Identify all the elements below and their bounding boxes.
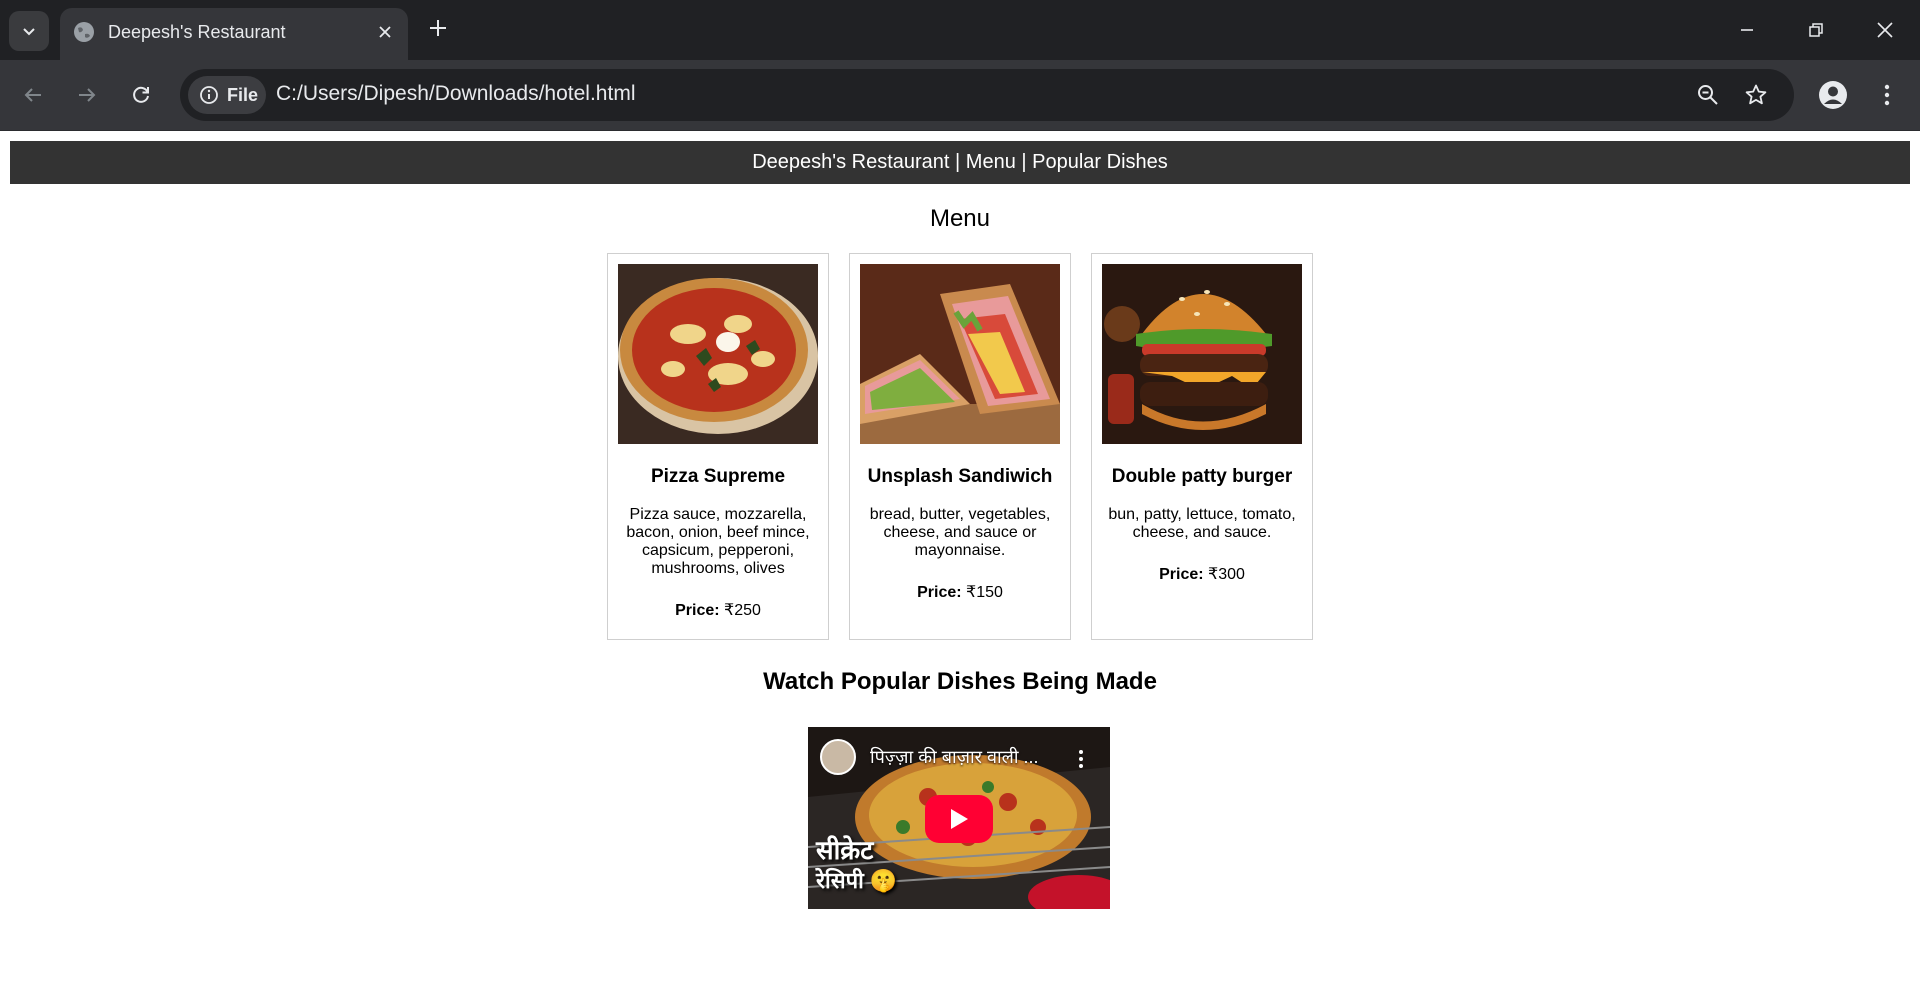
menu-heading: Menu	[929, 205, 991, 232]
site-info-label: File	[227, 84, 259, 105]
forward-button[interactable]	[70, 78, 104, 112]
back-button[interactable]	[16, 78, 50, 112]
back-arrow-icon	[24, 88, 41, 102]
menu-item-price: Price: ₹300	[1092, 564, 1312, 584]
sandwich-photo	[860, 264, 1060, 444]
play-button[interactable]	[925, 795, 993, 843]
zoom-icon	[1698, 85, 1718, 105]
thumbnail-text-line1: सीक्रेट	[816, 835, 874, 865]
menu-item-description: Pizza sauce, mozzarella, bacon, onion, b…	[626, 506, 810, 577]
site-header: Deepesh's Restaurant | Menu | Popular Di…	[10, 141, 1910, 184]
restore-button[interactable]	[1796, 10, 1836, 50]
bookmark-button[interactable]	[1742, 81, 1770, 109]
pizza-photo	[618, 264, 818, 444]
menu-item-name: Double patty burger	[1111, 466, 1293, 487]
video-title[interactable]: पिज़्ज़ा की बाज़ार वाली ...	[870, 745, 1039, 769]
menu-item-price: Price: ₹250	[608, 600, 828, 620]
browser-menu-button[interactable]	[1870, 78, 1904, 112]
reload-button[interactable]	[124, 78, 158, 112]
new-tab-button[interactable]	[424, 14, 452, 42]
price-label: Price:	[1159, 566, 1204, 583]
play-icon	[951, 809, 968, 829]
price-label: Price:	[917, 584, 962, 601]
browser-tab-strip: Deepesh's Restaurant	[0, 0, 1920, 60]
profile-button[interactable]	[1816, 78, 1850, 112]
price-value: ₹250	[724, 602, 761, 619]
menu-item-name: Pizza Supreme	[650, 466, 786, 487]
globe-icon	[74, 22, 94, 42]
site-info-button[interactable]: File	[188, 76, 266, 114]
site-header-text: Deepesh's Restaurant | Menu | Popular Di…	[752, 151, 1168, 173]
minimize-button[interactable]	[1727, 10, 1767, 50]
profile-icon	[1819, 81, 1847, 109]
zoom-button[interactable]	[1694, 81, 1722, 109]
tab-search-button[interactable]	[9, 11, 49, 51]
plus-icon	[430, 20, 446, 36]
menu-item-price: Price: ₹150	[850, 582, 1070, 602]
menu-card: Pizza Supreme Pizza sauce, mozzarella, b…	[607, 253, 829, 640]
price-value: ₹150	[966, 584, 1003, 601]
thumbnail-text-line2: रेसिपी 🤫	[816, 868, 898, 893]
reload-icon	[133, 86, 149, 103]
browser-toolbar: File C:/Users/Dipesh/Downloads/hotel.htm…	[0, 60, 1920, 130]
address-bar[interactable]: File C:/Users/Dipesh/Downloads/hotel.htm…	[180, 69, 1794, 121]
star-icon	[1745, 84, 1767, 105]
close-icon	[379, 26, 391, 38]
window-close-icon	[1877, 22, 1893, 38]
kebab-menu-icon	[1884, 84, 1890, 106]
price-label: Price:	[675, 602, 720, 619]
forward-arrow-icon	[79, 88, 96, 102]
more-options-icon[interactable]	[1078, 749, 1084, 769]
price-value: ₹300	[1208, 566, 1245, 583]
active-tab[interactable]: Deepesh's Restaurant	[60, 8, 408, 60]
burger-photo	[1102, 264, 1302, 444]
youtube-video-embed[interactable]: पिज़्ज़ा की बाज़ार वाली ... सीक्रेट रेसि…	[808, 727, 1110, 909]
menu-item-description: bread, butter, vegetables, cheese, and s…	[869, 506, 1051, 559]
web-page: Deepesh's Restaurant | Menu | Popular Di…	[0, 131, 1920, 1008]
menu-item-description: bun, patty, lettuce, tomato, cheese, and…	[1108, 506, 1296, 541]
channel-avatar[interactable]	[820, 739, 856, 775]
tab-close-button[interactable]	[374, 21, 396, 43]
restore-icon	[1809, 23, 1823, 37]
url-text[interactable]: C:/Users/Dipesh/Downloads/hotel.html	[276, 82, 635, 106]
tab-search-icon	[23, 28, 35, 36]
info-icon	[200, 86, 218, 104]
menu-item-name: Unsplash Sandiwich	[867, 466, 1053, 487]
menu-cards: Pizza Supreme Pizza sauce, mozzarella, b…	[607, 253, 1313, 640]
window-close-button[interactable]	[1865, 10, 1905, 50]
menu-card: Double patty burger bun, patty, lettuce,…	[1091, 253, 1313, 640]
video-section-heading: Watch Popular Dishes Being Made	[763, 668, 1157, 695]
menu-card: Unsplash Sandiwich bread, butter, vegeta…	[849, 253, 1071, 640]
tab-title: Deepesh's Restaurant	[108, 22, 286, 42]
minimize-icon	[1741, 29, 1753, 31]
